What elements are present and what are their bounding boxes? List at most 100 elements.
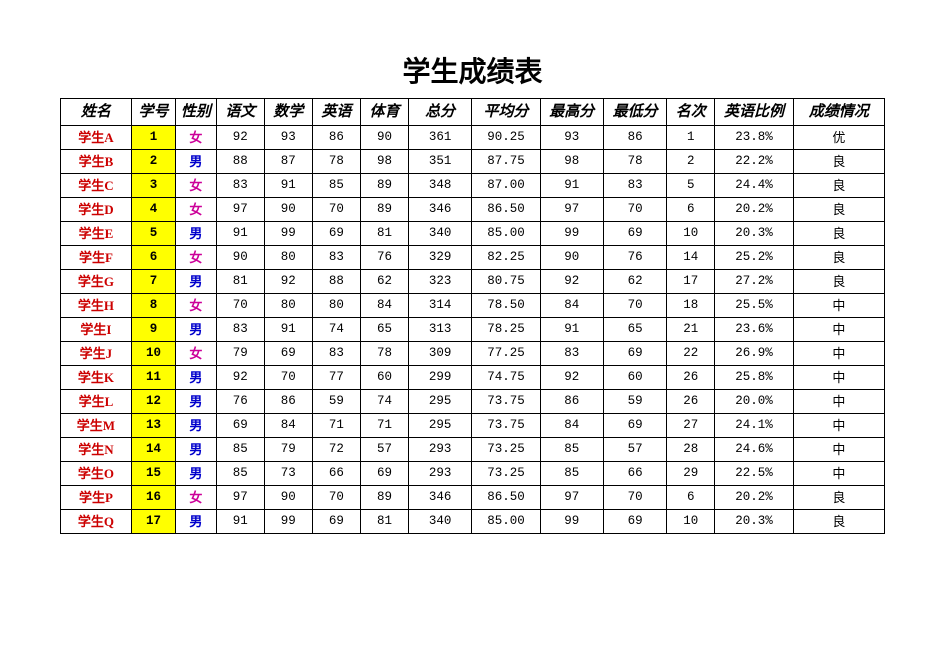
cell-gender: 男 <box>176 438 217 462</box>
cell-status: 中 <box>793 414 884 438</box>
cell-pe: 57 <box>360 438 408 462</box>
cell-chinese: 91 <box>216 510 264 534</box>
cell-pe: 65 <box>360 318 408 342</box>
cell-status: 良 <box>793 198 884 222</box>
cell-name: 学生O <box>61 462 132 486</box>
cell-gender: 女 <box>176 342 217 366</box>
cell-name: 学生G <box>61 270 132 294</box>
cell-status: 良 <box>793 222 884 246</box>
cell-rank: 21 <box>667 318 715 342</box>
cell-max: 90 <box>540 246 603 270</box>
cell-status: 良 <box>793 174 884 198</box>
col-header-english: 英语 <box>312 99 360 126</box>
cell-avg: 77.25 <box>472 342 540 366</box>
cell-min: 86 <box>603 126 666 150</box>
page-title: 学生成绩表 <box>60 50 885 90</box>
cell-chinese: 91 <box>216 222 264 246</box>
cell-avg: 80.75 <box>472 270 540 294</box>
cell-avg: 73.75 <box>472 414 540 438</box>
cell-max: 97 <box>540 486 603 510</box>
cell-id: 12 <box>131 390 175 414</box>
cell-name: 学生H <box>61 294 132 318</box>
cell-gender: 男 <box>176 414 217 438</box>
cell-name: 学生Q <box>61 510 132 534</box>
cell-english: 80 <box>312 294 360 318</box>
cell-min: 69 <box>603 510 666 534</box>
table-row: 学生Q17男9199698134085.0099691020.3%良 <box>61 510 885 534</box>
table-row: 学生E5男9199698134085.0099691020.3%良 <box>61 222 885 246</box>
cell-total: 329 <box>409 246 472 270</box>
col-header-name: 姓名 <box>61 99 132 126</box>
cell-math: 80 <box>264 246 312 270</box>
cell-id: 6 <box>131 246 175 270</box>
cell-rank: 17 <box>667 270 715 294</box>
cell-rank: 26 <box>667 366 715 390</box>
cell-total: 346 <box>409 198 472 222</box>
cell-name: 学生J <box>61 342 132 366</box>
cell-max: 92 <box>540 270 603 294</box>
cell-pe: 76 <box>360 246 408 270</box>
cell-math: 80 <box>264 294 312 318</box>
table-header-row: 姓名 学号 性别 语文 数学 英语 体育 总分 平均分 最高分 最低分 名次 英… <box>61 99 885 126</box>
cell-chinese: 83 <box>216 318 264 342</box>
cell-rank: 14 <box>667 246 715 270</box>
cell-max: 83 <box>540 342 603 366</box>
cell-math: 73 <box>264 462 312 486</box>
cell-min: 65 <box>603 318 666 342</box>
cell-english: 69 <box>312 510 360 534</box>
cell-max: 99 <box>540 510 603 534</box>
cell-id: 1 <box>131 126 175 150</box>
table-row: 学生J10女7969837830977.2583692226.9%中 <box>61 342 885 366</box>
cell-total: 295 <box>409 414 472 438</box>
cell-math: 79 <box>264 438 312 462</box>
cell-status: 良 <box>793 270 884 294</box>
cell-pe: 84 <box>360 294 408 318</box>
table-row: 学生L12男7686597429573.7586592620.0%中 <box>61 390 885 414</box>
cell-pe: 81 <box>360 222 408 246</box>
cell-min: 57 <box>603 438 666 462</box>
cell-id: 4 <box>131 198 175 222</box>
cell-max: 93 <box>540 126 603 150</box>
table-row: 学生D4女9790708934686.509770620.2%良 <box>61 198 885 222</box>
cell-rank: 6 <box>667 486 715 510</box>
cell-english: 88 <box>312 270 360 294</box>
table-row: 学生M13男6984717129573.7584692724.1%中 <box>61 414 885 438</box>
cell-total: 340 <box>409 510 472 534</box>
cell-id: 15 <box>131 462 175 486</box>
table-row: 学生K11男9270776029974.7592602625.8%中 <box>61 366 885 390</box>
cell-status: 良 <box>793 510 884 534</box>
cell-max: 85 <box>540 438 603 462</box>
cell-gender: 女 <box>176 294 217 318</box>
table-row: 学生B2男8887789835187.759878222.2%良 <box>61 150 885 174</box>
col-header-total: 总分 <box>409 99 472 126</box>
cell-gender: 女 <box>176 198 217 222</box>
table-row: 学生O15男8573666929373.2585662922.5%中 <box>61 462 885 486</box>
cell-math: 69 <box>264 342 312 366</box>
table-row: 学生N14男8579725729373.2585572824.6%中 <box>61 438 885 462</box>
cell-enratio: 20.3% <box>715 222 793 246</box>
cell-enratio: 20.0% <box>715 390 793 414</box>
cell-id: 16 <box>131 486 175 510</box>
cell-name: 学生D <box>61 198 132 222</box>
cell-enratio: 20.2% <box>715 198 793 222</box>
cell-max: 97 <box>540 198 603 222</box>
cell-pe: 89 <box>360 198 408 222</box>
cell-math: 90 <box>264 198 312 222</box>
table-row: 学生A1女9293869036190.259386123.8%优 <box>61 126 885 150</box>
cell-id: 2 <box>131 150 175 174</box>
cell-enratio: 20.2% <box>715 486 793 510</box>
cell-max: 84 <box>540 294 603 318</box>
cell-math: 99 <box>264 510 312 534</box>
cell-avg: 73.75 <box>472 390 540 414</box>
cell-avg: 87.00 <box>472 174 540 198</box>
cell-gender: 女 <box>176 486 217 510</box>
grades-table: 姓名 学号 性别 语文 数学 英语 体育 总分 平均分 最高分 最低分 名次 英… <box>60 98 885 534</box>
cell-math: 91 <box>264 174 312 198</box>
cell-max: 92 <box>540 366 603 390</box>
cell-enratio: 23.8% <box>715 126 793 150</box>
cell-rank: 5 <box>667 174 715 198</box>
cell-pe: 89 <box>360 174 408 198</box>
col-header-id: 学号 <box>131 99 175 126</box>
cell-gender: 男 <box>176 510 217 534</box>
cell-pe: 78 <box>360 342 408 366</box>
